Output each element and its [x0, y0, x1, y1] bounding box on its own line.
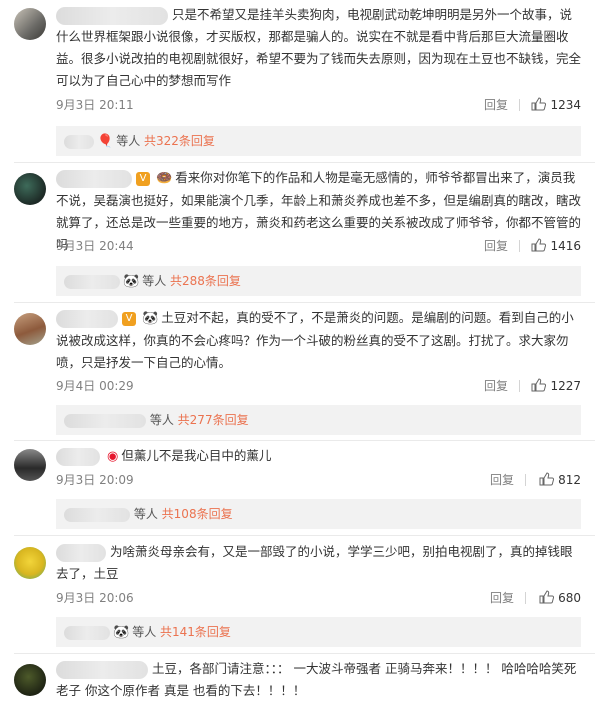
- sub-reply-text: 等人: [132, 625, 157, 639]
- like-button[interactable]: 1234: [531, 94, 581, 116]
- username-blurred[interactable]: [56, 6, 168, 25]
- divider: [14, 653, 595, 654]
- divider: [519, 380, 520, 392]
- comment-time: 9月3日 20:06: [56, 591, 134, 605]
- username-blurred[interactable]: [56, 660, 148, 679]
- panda-icon: 🐼: [113, 624, 130, 640]
- thumbs-up-icon: [539, 472, 555, 486]
- divider: [14, 440, 595, 441]
- comment-text: 土豆，各部门请注意：：： 一大波斗帝强者 正骑马奔来！！！！ 哈哈哈哈笑死老子 …: [56, 658, 581, 702]
- username-blurred[interactable]: [56, 543, 106, 562]
- comment-body: 为啥萧炎母亲会有，又是一部毁了的小说，学学三少吧，别拍电视剧了，真的掉钱眼去了，…: [56, 544, 573, 581]
- thumbs-up-icon: [539, 590, 555, 604]
- divider: [519, 99, 520, 111]
- weibo-icon: ◉: [107, 448, 119, 464]
- sub-reply-bar[interactable]: 🎈 等人 共322条回复: [56, 126, 581, 156]
- view-replies-link[interactable]: 共108条回复: [162, 507, 233, 521]
- panda-icon: 🐼: [123, 273, 140, 289]
- comment-time: 9月3日 20:09: [56, 473, 134, 487]
- reply-button[interactable]: 回复: [484, 235, 508, 257]
- thumbs-up-icon: [531, 97, 547, 111]
- comment-text: ◉ 但薰儿不是我心目中的薰儿: [56, 445, 581, 468]
- sub-reply-text: 等人: [116, 134, 141, 148]
- sub-reply-text: 等人: [149, 413, 174, 427]
- thumbs-up-icon: [531, 238, 547, 252]
- avatar[interactable]: [14, 547, 46, 579]
- avatar[interactable]: [14, 664, 46, 696]
- reply-button[interactable]: 回复: [490, 469, 514, 491]
- like-button[interactable]: 1416: [531, 235, 581, 257]
- username-blurred[interactable]: [56, 309, 118, 328]
- balloon-icon: 🎈: [97, 133, 114, 149]
- sub-reply-text: 等人: [142, 274, 167, 288]
- like-button[interactable]: 680: [539, 587, 581, 609]
- username-blurred[interactable]: [64, 413, 146, 428]
- vip-badge-icon: V: [136, 171, 150, 186]
- sub-reply-text: 等人: [133, 507, 158, 521]
- username-blurred[interactable]: [56, 169, 132, 188]
- panda-icon: 🐼: [142, 310, 159, 326]
- sub-reply-bar[interactable]: 等人 共108条回复: [56, 499, 581, 529]
- comment-text: 为啥萧炎母亲会有，又是一部毁了的小说，学学三少吧，别拍电视剧了，真的掉钱眼去了，…: [56, 541, 581, 585]
- avatar[interactable]: [14, 173, 46, 205]
- like-count: 1416: [550, 239, 581, 253]
- like-count: 1234: [550, 98, 581, 112]
- comment-text: V 🐼 土豆对不起，真的受不了，不是萧炎的问题。是编剧的问题。看到自己的小说被改成这…: [56, 307, 581, 374]
- view-replies-link[interactable]: 共141条回复: [160, 625, 231, 639]
- comment-time: 9月4日 00:29: [56, 379, 134, 393]
- like-count: 812: [558, 473, 581, 487]
- reply-button[interactable]: 回复: [490, 587, 514, 609]
- divider: [525, 592, 526, 604]
- comment-meta: 9月3日 20:11 回复 1234: [56, 94, 581, 116]
- comment-time: 9月3日 20:44: [56, 239, 134, 253]
- like-button[interactable]: 1227: [531, 375, 581, 397]
- divider: [14, 535, 595, 536]
- username-blurred[interactable]: [64, 507, 130, 522]
- comment-meta: 9月3日 20:09 回复 812: [56, 469, 581, 491]
- username-blurred[interactable]: [64, 134, 94, 149]
- donut-icon: 🍩: [156, 170, 173, 186]
- like-button[interactable]: 812: [539, 469, 581, 491]
- sub-reply-bar[interactable]: 🐼 等人 共141条回复: [56, 617, 581, 647]
- comment-meta: 9月3日 20:06 回复 680: [56, 587, 581, 609]
- username-blurred[interactable]: [64, 274, 120, 289]
- like-count: 1227: [550, 379, 581, 393]
- view-replies-link[interactable]: 共322条回复: [144, 134, 215, 148]
- comment-time: 9月3日 20:11: [56, 98, 134, 112]
- sub-reply-bar[interactable]: 等人 共277条回复: [56, 405, 581, 435]
- reply-button[interactable]: 回复: [484, 94, 508, 116]
- comment-text: 只是不希望又是挂羊头卖狗肉，电视剧武动乾坤明明是另外一个故事，说什么世界框架跟小…: [56, 4, 581, 92]
- comment-meta: 9月3日 20:44 回复 1416: [56, 235, 581, 257]
- comment-body: 但薰儿不是我心目中的薰儿: [121, 448, 272, 463]
- avatar[interactable]: [14, 8, 46, 40]
- vip-badge-icon: V: [122, 311, 136, 326]
- divider: [519, 240, 520, 252]
- like-count: 680: [558, 591, 581, 605]
- view-replies-link[interactable]: 共288条回复: [170, 274, 241, 288]
- divider: [525, 474, 526, 486]
- divider: [14, 162, 595, 163]
- username-blurred[interactable]: [56, 447, 100, 466]
- thumbs-up-icon: [531, 378, 547, 392]
- avatar[interactable]: [14, 449, 46, 481]
- view-replies-link[interactable]: 共277条回复: [178, 413, 249, 427]
- reply-button[interactable]: 回复: [484, 375, 508, 397]
- sub-reply-bar[interactable]: 🐼 等人 共288条回复: [56, 266, 581, 296]
- divider: [14, 302, 595, 303]
- comment-meta: 9月4日 00:29 回复 1227: [56, 375, 581, 397]
- avatar[interactable]: [14, 313, 46, 345]
- username-blurred[interactable]: [64, 625, 110, 640]
